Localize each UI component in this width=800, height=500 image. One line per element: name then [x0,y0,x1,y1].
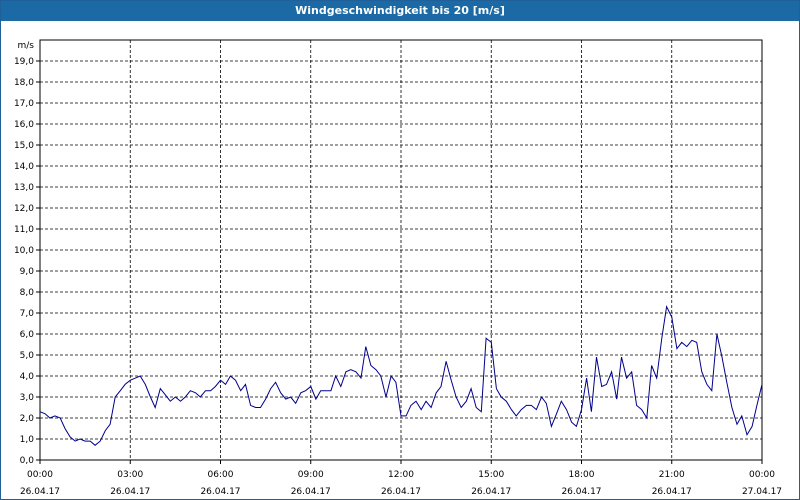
line-chart: 0,0 1,0 2,0 3,0 4,0 5,0 6,0 7,0 8,0 9,0 10,0 11,0 12… [14,39,782,497]
x-tick-date-label: 26.04.17 [652,487,692,497]
y-tick-label: 14,0 [14,162,34,172]
x-tick-date-label: 27.04.17 [742,487,782,497]
y-tick-label: 1,0 [20,435,35,445]
x-tick-date-label: 26.04.17 [381,487,421,497]
y-tick-label: 2,0 [20,414,35,424]
x-tick-time-label: 09:00 [298,470,324,480]
y-tick-label: 9,0 [20,267,35,277]
x-tick-time-label: 18:00 [569,470,595,480]
x-tick-time-label: 00:00 [749,470,775,480]
y-tick-label: 11,0 [14,225,34,235]
y-tick-label: 17,0 [14,99,34,109]
x-tick-date-label: 26.04.17 [200,487,240,497]
x-tick-time-label: 06:00 [208,470,234,480]
y-tick-label: 15,0 [14,141,34,151]
y-tick-label: 10,0 [14,246,34,256]
x-tick-date-label: 26.04.17 [471,487,511,497]
x-tick-time-label: 03:00 [117,470,143,480]
y-tick-label: 8,0 [20,288,35,298]
x-tick-date-label: 26.04.17 [561,487,601,497]
y-tick-label: 16,0 [14,120,34,130]
y-tick-label: 0,0 [20,456,35,466]
x-tick-time-label: 12:00 [388,470,414,480]
y-axis: 0,0 1,0 2,0 3,0 4,0 5,0 6,0 7,0 8,0 9,0 10,0 11,0 12… [14,57,40,466]
x-tick-date-label: 26.04.17 [20,487,60,497]
x-tick-time-label: 15:00 [478,470,504,480]
y-tick-label: 18,0 [14,78,34,88]
x-tick-time-label: 00:00 [27,470,53,480]
x-tick-date-label: 26.04.17 [110,487,150,497]
y-tick-label: 3,0 [20,393,35,403]
y-axis-label: m/s [18,41,35,51]
x-tick-date-label: 26.04.17 [291,487,331,497]
y-tick-label: 7,0 [20,309,35,319]
y-tick-label: 13,0 [14,183,34,193]
y-tick-label: 12,0 [14,204,34,214]
x-tick-time-label: 21:00 [659,470,685,480]
y-tick-label: 19,0 [14,57,34,67]
y-tick-label: 4,0 [20,372,35,382]
y-tick-label: 6,0 [20,330,35,340]
y-tick-label: 5,0 [20,351,35,361]
x-axis: 00:00 26.04.17 03:00 26.04.17 06:00 26.04.17 0… [20,460,782,497]
